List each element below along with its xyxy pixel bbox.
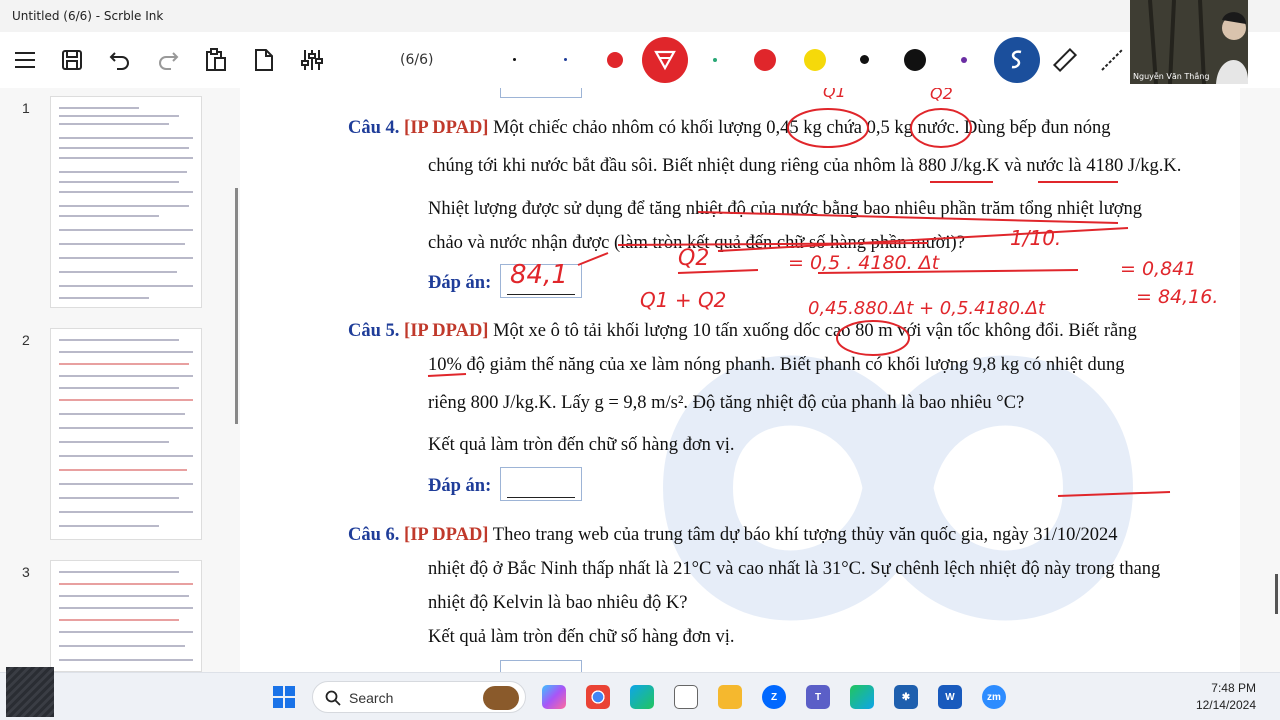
edge-dev-icon[interactable] — [850, 685, 874, 709]
save-icon[interactable] — [54, 42, 90, 78]
folder-icon[interactable] — [718, 685, 742, 709]
pen-yellow[interactable] — [804, 49, 826, 71]
chrome-icon[interactable] — [586, 685, 610, 709]
snipping-icon[interactable]: ✱ — [894, 685, 918, 709]
thumb-number: 1 — [22, 100, 30, 116]
pen-red-large[interactable] — [754, 49, 776, 71]
zoom-icon[interactable]: zm — [982, 685, 1006, 709]
ink-q2: Q2 — [930, 88, 953, 103]
participant-name: Nguyễn Văn Thắng — [1133, 72, 1210, 81]
highlighter-icon[interactable] — [642, 37, 688, 83]
ruler-icon[interactable] — [1046, 42, 1082, 78]
window-title: Untitled (6/6) - Scrble Ink — [12, 9, 164, 23]
search-box[interactable]: Search — [312, 681, 526, 713]
document-page[interactable]: Câu 4. [IP DPAD] Một chiếc chảo nhôm có … — [278, 88, 1240, 672]
ink-q2-small: Q2 — [678, 246, 710, 271]
page-thumbnail-1[interactable] — [50, 96, 202, 308]
page-icon[interactable] — [246, 42, 282, 78]
pen-black-thin[interactable] — [513, 58, 516, 61]
word-icon[interactable]: W — [938, 685, 962, 709]
ink-sum: Q1 + Q2 — [640, 288, 727, 312]
ink-fraction: 1/10. — [1010, 226, 1062, 250]
pen-black-medium[interactable] — [860, 55, 869, 64]
pen-black-large[interactable] — [904, 49, 926, 71]
search-icon — [325, 690, 341, 706]
page-thumbnail-2[interactable] — [50, 328, 202, 540]
toolbar: (6/6) — [0, 32, 1280, 88]
ink-strokes — [427, 108, 1171, 497]
ink-q1: Q1 — [823, 88, 846, 101]
search-highlight-icon — [483, 686, 519, 710]
ink-result-2: = 84,16. — [1136, 286, 1219, 308]
page-indicator: (6/6) — [400, 52, 434, 68]
pen-red[interactable] — [607, 52, 623, 68]
desktop-preview[interactable] — [6, 667, 54, 717]
title-bar: Untitled (6/6) - Scrble Ink — [0, 0, 1280, 32]
right-margin — [1240, 88, 1280, 672]
document-scrollbar[interactable] — [1275, 574, 1278, 614]
search-placeholder: Search — [349, 690, 394, 706]
zalo-icon[interactable]: Z — [762, 685, 786, 709]
pen-blue-thin[interactable] — [564, 58, 567, 61]
pen-purple-thin[interactable] — [961, 57, 967, 63]
start-icon[interactable] — [272, 685, 296, 709]
clock-time: 7:48 PM — [1211, 681, 1256, 695]
taskbar: Search Z T ✱ W zm 7:48 PM 12/14/2024 — [0, 667, 1280, 720]
redo-icon[interactable] — [150, 42, 186, 78]
line-tool-icon[interactable] — [1094, 42, 1130, 78]
undo-icon[interactable] — [102, 42, 138, 78]
page-thumbnail-3[interactable] — [50, 560, 202, 672]
page-thumbnails: 1 2 3 — [0, 88, 240, 672]
sliders-icon[interactable] — [294, 42, 330, 78]
pen-green-thin[interactable] — [713, 58, 717, 62]
system-clock[interactable]: 7:48 PM 12/14/2024 — [1196, 680, 1256, 714]
menu-icon[interactable] — [7, 42, 43, 78]
thumb-number: 2 — [22, 332, 30, 348]
ink-equation-2: 0,45.880.Δt + 0,5.4180.Δt — [808, 298, 1046, 319]
teams-icon[interactable]: T — [806, 685, 830, 709]
webcam-overlay: Nguyễn Văn Thắng — [1130, 0, 1248, 84]
clock-date: 12/14/2024 — [1195, 698, 1256, 712]
copilot-icon[interactable] — [542, 685, 566, 709]
file-icon[interactable] — [674, 685, 698, 709]
thumb-number: 3 — [22, 564, 30, 580]
ink-equation-1: = 0,5 . 4180. Δt — [788, 252, 940, 274]
clipboard-icon[interactable] — [198, 42, 234, 78]
ink-result-1: = 0,841 — [1120, 258, 1197, 280]
sidebar-scrollbar[interactable] — [235, 188, 238, 424]
edge-icon[interactable] — [630, 685, 654, 709]
lasso-tool-icon[interactable] — [994, 37, 1040, 83]
